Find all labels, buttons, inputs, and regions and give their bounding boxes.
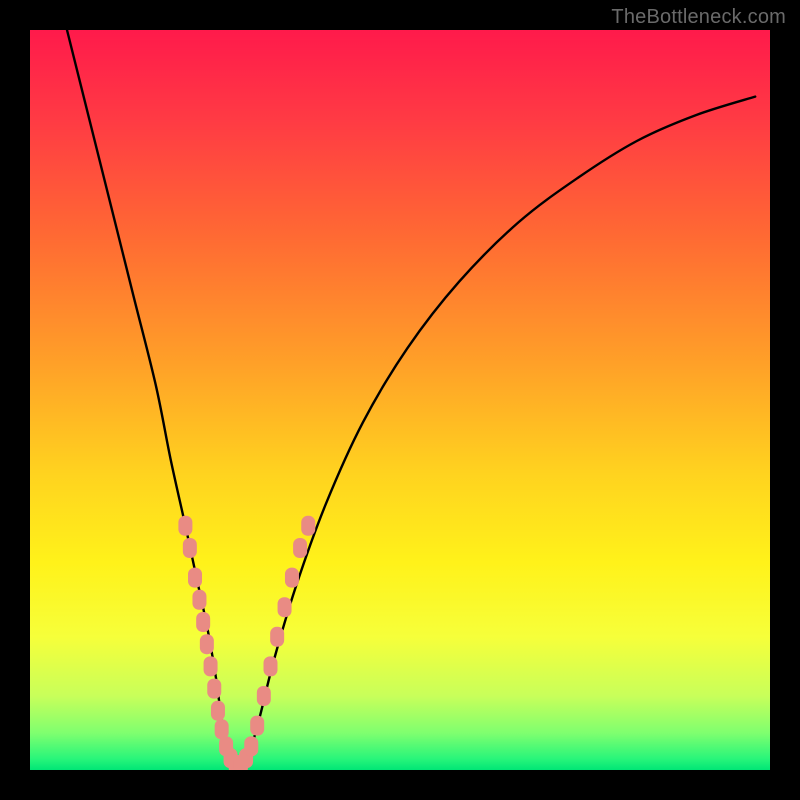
scatter-dot: [215, 719, 229, 739]
chart-svg: [30, 30, 770, 770]
scatter-dot: [293, 538, 307, 558]
plot-area: [30, 30, 770, 770]
scatter-dot: [211, 701, 225, 721]
scatter-dot: [200, 634, 214, 654]
watermark-text: TheBottleneck.com: [611, 6, 786, 29]
chart-frame: TheBottleneck.com: [0, 0, 800, 800]
scatter-dot: [178, 516, 192, 536]
scatter-dot: [244, 736, 258, 756]
bottleneck-curve: [67, 30, 755, 766]
scatter-dot: [278, 597, 292, 617]
scatter-dot: [192, 590, 206, 610]
scatter-dot: [285, 568, 299, 588]
scatter-dot: [270, 627, 284, 647]
scatter-dot: [183, 538, 197, 558]
scatter-dot: [257, 686, 271, 706]
scatter-dot: [250, 716, 264, 736]
scatter-dot: [188, 568, 202, 588]
scatter-dot: [204, 656, 218, 676]
scatter-dot: [264, 656, 278, 676]
scatter-dot: [301, 516, 315, 536]
scatter-dots: [178, 516, 315, 770]
scatter-dot: [207, 679, 221, 699]
scatter-dot: [196, 612, 210, 632]
